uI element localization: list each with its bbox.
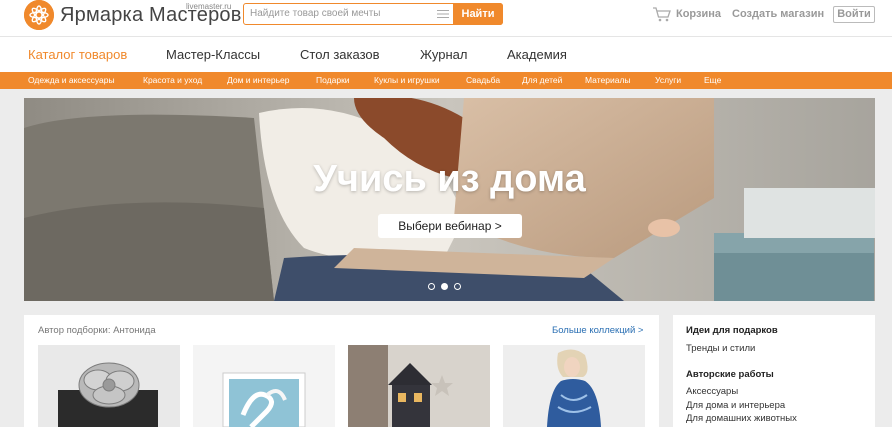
promo-banner[interactable]: Учись из дома Выбери вебинар > bbox=[24, 98, 875, 301]
category-more[interactable]: Еще bbox=[704, 75, 721, 85]
category-dolls[interactable]: Куклы и игрушки bbox=[374, 75, 440, 85]
category-kids[interactable]: Для детей bbox=[522, 75, 562, 85]
banner-title: Учись из дома bbox=[313, 158, 586, 200]
cart-link[interactable]: Корзина bbox=[652, 6, 721, 22]
header: Ярмарка Мастеров livemaster.ru Найти Кор… bbox=[0, 0, 892, 36]
category-clothing[interactable]: Одежда и аксессуары bbox=[28, 75, 115, 85]
works-heading[interactable]: Авторские работы bbox=[686, 369, 774, 380]
nav-catalog[interactable]: Каталог товаров bbox=[28, 47, 127, 62]
category-home[interactable]: Дом и интерьер bbox=[227, 75, 289, 85]
category-beauty[interactable]: Красота и уход bbox=[143, 75, 202, 85]
nav-journal[interactable]: Журнал bbox=[420, 47, 467, 62]
carousel-dot-1[interactable] bbox=[428, 283, 435, 290]
category-materials[interactable]: Материалы bbox=[585, 75, 631, 85]
side-panel: Идеи для подарков Тренды и стили Авторск… bbox=[673, 315, 875, 427]
list-icon[interactable] bbox=[437, 9, 449, 19]
trends-link[interactable]: Тренды и стили bbox=[686, 343, 755, 354]
cart-icon bbox=[653, 7, 671, 22]
webinar-button[interactable]: Выбери вебинар > bbox=[378, 214, 522, 238]
create-shop-link[interactable]: Создать магазин bbox=[732, 8, 824, 20]
search-box: Найти bbox=[243, 3, 503, 25]
category-bar: Одежда и аксессуары Красота и уход Дом и… bbox=[0, 72, 892, 89]
nav-order-desk[interactable]: Стол заказов bbox=[300, 47, 380, 62]
home-interior-link[interactable]: Для дома и интерьера bbox=[686, 400, 785, 411]
search-button[interactable]: Найти bbox=[453, 3, 503, 25]
category-services[interactable]: Услуги bbox=[655, 75, 681, 85]
collection-panel: Автор подборки: Антонида Больше коллекци… bbox=[24, 315, 659, 427]
search-input[interactable] bbox=[250, 8, 430, 19]
thumbnail-miniature-house[interactable] bbox=[348, 345, 490, 427]
login-button[interactable]: Войти bbox=[833, 6, 875, 23]
logo-icon[interactable] bbox=[24, 0, 54, 30]
thumbnail-silver-flower-brooch[interactable] bbox=[38, 345, 180, 427]
carousel-dot-2[interactable] bbox=[441, 283, 448, 290]
collection-author: Автор подборки: Антонида bbox=[38, 325, 156, 336]
nav-master-classes[interactable]: Мастер-Классы bbox=[166, 47, 260, 62]
nav-academy[interactable]: Академия bbox=[507, 47, 567, 62]
pets-link[interactable]: Для домашних животных bbox=[686, 413, 797, 424]
thumbnail-flamingo-painting[interactable] bbox=[193, 345, 335, 427]
main-nav: Каталог товаров Мастер-Классы Стол заказ… bbox=[0, 36, 892, 72]
thumbnail-woman-in-blue-dress[interactable] bbox=[503, 345, 645, 427]
category-wedding[interactable]: Свадьба bbox=[466, 75, 500, 85]
more-collections-link[interactable]: Больше коллекций > bbox=[552, 325, 643, 336]
cart-label: Корзина bbox=[676, 8, 721, 20]
carousel-dot-3[interactable] bbox=[454, 283, 461, 290]
gift-ideas-heading[interactable]: Идеи для подарков bbox=[686, 325, 778, 336]
carousel-dots bbox=[428, 283, 461, 290]
category-gifts[interactable]: Подарки bbox=[316, 75, 350, 85]
accessories-link[interactable]: Аксессуары bbox=[686, 386, 738, 397]
logo-domain: livemaster.ru bbox=[186, 2, 232, 11]
